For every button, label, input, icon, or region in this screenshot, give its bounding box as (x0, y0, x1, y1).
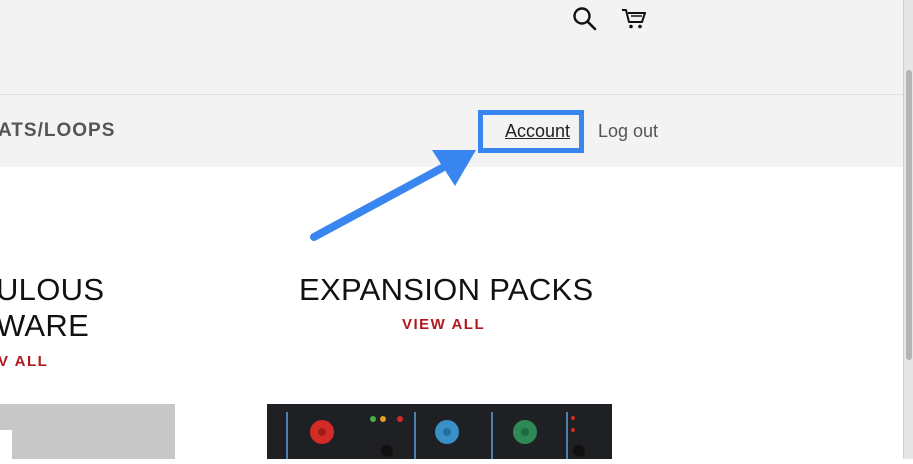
collection-image-expansion-packs[interactable] (267, 404, 612, 459)
collection-image-1-logo-fragment (0, 430, 12, 459)
collection-image-1[interactable] (0, 404, 175, 459)
annotation-arrow (310, 150, 476, 241)
collection-title-1-line1: ULOUS (0, 272, 105, 307)
scrollbar-thumb[interactable] (906, 70, 912, 360)
view-all-link-1[interactable]: V ALL (0, 353, 48, 370)
view-all-link-expansion-packs[interactable]: VIEW ALL (402, 316, 485, 333)
vertical-scrollbar[interactable] (903, 0, 913, 459)
collection-title-1: ULOUS WARE (0, 272, 104, 344)
collection-title-expansion-packs: EXPANSION PACKS (299, 272, 594, 307)
hardware-panel-graphic (286, 412, 585, 459)
collection-title-1-line2: WARE (0, 308, 90, 343)
